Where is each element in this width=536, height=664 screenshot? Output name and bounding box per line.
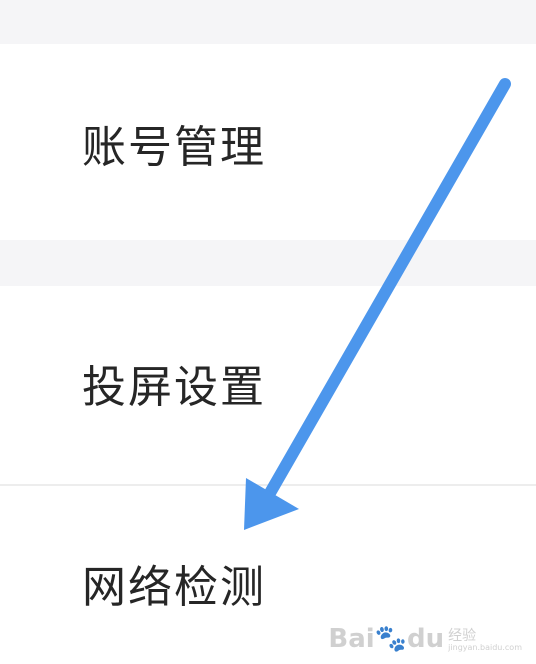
watermark-url: jingyan.baidu.com bbox=[448, 643, 522, 652]
section-gap-top bbox=[0, 0, 536, 44]
watermark-brand: Bai🐾du bbox=[328, 624, 445, 654]
baidu-jingyan-watermark: Bai🐾du 经验 jingyan.baidu.com bbox=[328, 626, 522, 652]
settings-item-screen-cast[interactable]: 投屏设置 bbox=[0, 286, 536, 484]
settings-item-label: 投屏设置 bbox=[82, 362, 266, 413]
paw-icon: 🐾 bbox=[374, 624, 408, 654]
settings-screen: 账号管理 投屏设置 网络检测 Bai🐾du 经验 jingyan.baidu.c… bbox=[0, 0, 536, 664]
settings-item-account-management[interactable]: 账号管理 bbox=[0, 44, 536, 240]
watermark-chinese: 经验 bbox=[448, 627, 477, 644]
settings-item-label: 网络检测 bbox=[82, 562, 266, 613]
settings-item-label: 账号管理 bbox=[82, 122, 266, 173]
watermark-side: 经验 jingyan.baidu.com bbox=[448, 627, 522, 652]
section-gap-middle bbox=[0, 240, 536, 286]
